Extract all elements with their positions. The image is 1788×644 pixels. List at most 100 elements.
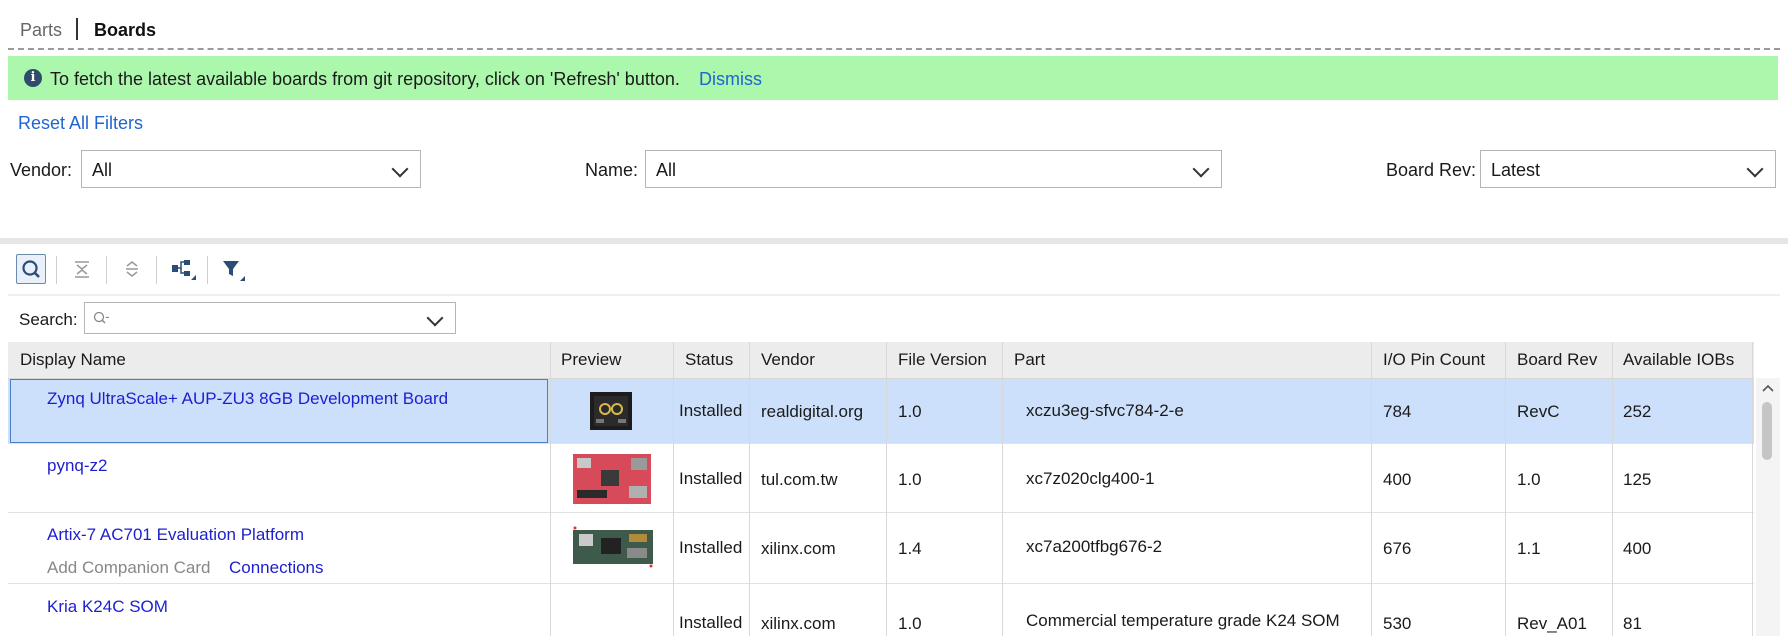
collapse-all-icon xyxy=(75,261,89,278)
expand-all-button[interactable] xyxy=(117,254,147,284)
add-companion-card-link[interactable]: Add Companion Card xyxy=(47,558,210,578)
filter-icon xyxy=(223,261,245,281)
file-version-cell: 1.0 xyxy=(898,614,922,633)
tab-separator xyxy=(76,18,78,40)
chevron-down-icon[interactable] xyxy=(426,309,444,327)
toolbar-divider xyxy=(56,256,57,284)
search-icon xyxy=(22,260,40,278)
name-value: All xyxy=(656,160,677,180)
board-preview-image xyxy=(573,526,653,568)
board-name-link[interactable]: pynq-z2 xyxy=(47,456,107,476)
panel-separator xyxy=(0,238,1788,244)
col-io-pin-count[interactable]: I/O Pin Count xyxy=(1383,350,1485,370)
board-rev-cell: 1.0 xyxy=(1517,470,1541,489)
board-name-link[interactable]: Artix-7 AC701 Evaluation Platform xyxy=(47,525,304,545)
file-version-cell: 1.4 xyxy=(898,539,922,558)
vendor-cell: realdigital.org xyxy=(761,402,864,421)
file-version-cell: 1.0 xyxy=(898,470,922,489)
col-available-iobs[interactable]: Available IOBs xyxy=(1623,350,1734,370)
search-label: Search: xyxy=(19,310,78,329)
board-name-link[interactable]: Zynq UltraScale+ AUP-ZU3 8GB Development… xyxy=(47,389,448,409)
col-part[interactable]: Part xyxy=(1014,350,1045,370)
scrollbar-thumb[interactable] xyxy=(1762,402,1772,460)
board-preview-image xyxy=(573,454,651,504)
status-cell: Installed xyxy=(679,613,743,632)
vendor-cell: xilinx.com xyxy=(761,539,836,558)
toolbar-divider xyxy=(207,256,208,284)
file-version-cell: 1.0 xyxy=(898,402,922,421)
col-board-rev[interactable]: Board Rev xyxy=(1517,350,1597,370)
io-pin-count-cell: 400 xyxy=(1383,470,1412,489)
hierarchy-icon xyxy=(172,260,196,280)
search-toggle-button[interactable] xyxy=(16,254,46,284)
banner-message: To fetch the latest available boards fro… xyxy=(50,69,680,89)
board-preview-image xyxy=(590,392,632,430)
name-label: Name: xyxy=(585,160,639,180)
status-cell: Installed xyxy=(679,469,743,488)
reset-filters-link[interactable]: Reset All Filters xyxy=(18,113,143,134)
table-toolbar xyxy=(8,246,1780,294)
table-header xyxy=(8,342,1754,379)
io-pin-count-cell: 530 xyxy=(1383,614,1412,633)
col-file-version[interactable]: File Version xyxy=(898,350,987,370)
board-rev-label: Board Rev: xyxy=(1386,160,1477,180)
col-preview[interactable]: Preview xyxy=(561,350,621,370)
search-placeholder: - xyxy=(105,308,110,324)
toolbar-bottom-border xyxy=(8,294,1780,296)
column-divider xyxy=(1371,342,1372,636)
table-row[interactable] xyxy=(8,444,1754,513)
info-icon: i xyxy=(24,69,42,87)
tab-boards[interactable]: Boards xyxy=(94,20,156,41)
tab-parts[interactable]: Parts xyxy=(20,20,62,41)
column-divider xyxy=(886,342,887,636)
vendor-cell: xilinx.com xyxy=(761,614,836,633)
board-rev-cell: 1.1 xyxy=(1517,539,1541,558)
board-rev-dropdown[interactable]: Latest xyxy=(1480,150,1776,188)
board-name-link[interactable]: Kria K24C SOM xyxy=(47,597,168,617)
column-divider xyxy=(1752,342,1753,636)
part-cell: xc7z020clg400-1 xyxy=(1026,469,1155,488)
available-iobs-cell: 81 xyxy=(1623,614,1642,633)
col-status[interactable]: Status xyxy=(685,350,733,370)
chevron-down-icon xyxy=(391,160,409,178)
part-cell: xczu3eg-sfvc784-2-e xyxy=(1026,401,1184,420)
part-cell: xc7a200tfbg676-2 xyxy=(1026,537,1163,556)
board-rev-cell: Rev_A01 xyxy=(1517,614,1587,633)
vendor-value: All xyxy=(92,160,113,180)
io-pin-count-cell: 676 xyxy=(1383,539,1412,558)
dismiss-link[interactable]: Dismiss xyxy=(699,69,762,90)
hierarchy-button[interactable] xyxy=(167,254,197,284)
scroll-up-icon[interactable] xyxy=(1760,380,1776,396)
search-input[interactable]: - xyxy=(84,302,456,334)
column-divider xyxy=(1612,342,1613,636)
tab-bar xyxy=(0,0,1788,50)
collapse-all-button[interactable] xyxy=(67,254,97,284)
available-iobs-cell: 125 xyxy=(1623,470,1652,489)
filter-button[interactable] xyxy=(218,254,248,284)
column-divider xyxy=(550,342,551,636)
column-divider xyxy=(1505,342,1506,636)
connections-link[interactable]: Connections xyxy=(229,558,324,578)
available-iobs-cell: 400 xyxy=(1623,539,1652,558)
tab-divider xyxy=(8,48,1780,50)
toolbar-divider xyxy=(106,256,107,284)
part-cell: Commercial temperature grade K24 SOM xyxy=(1026,611,1340,630)
col-vendor[interactable]: Vendor xyxy=(761,350,815,370)
col-display-name[interactable]: Display Name xyxy=(20,350,126,370)
chevron-down-icon xyxy=(1746,160,1764,178)
expand-all-icon xyxy=(126,261,138,277)
status-cell: Installed xyxy=(679,401,743,420)
vendor-dropdown[interactable]: All xyxy=(81,150,421,188)
board-rev-cell: RevC xyxy=(1517,402,1560,421)
board-rev-value: Latest xyxy=(1491,160,1541,180)
name-dropdown[interactable]: All xyxy=(645,150,1222,188)
column-divider xyxy=(1002,342,1003,636)
chevron-down-icon xyxy=(1192,160,1210,178)
column-divider xyxy=(673,342,674,636)
io-pin-count-cell: 784 xyxy=(1383,402,1412,421)
column-divider xyxy=(749,342,750,636)
toolbar-divider xyxy=(156,256,157,284)
table-row[interactable] xyxy=(8,584,1754,644)
vendor-label: Vendor: xyxy=(10,160,73,180)
available-iobs-cell: 252 xyxy=(1623,402,1652,421)
